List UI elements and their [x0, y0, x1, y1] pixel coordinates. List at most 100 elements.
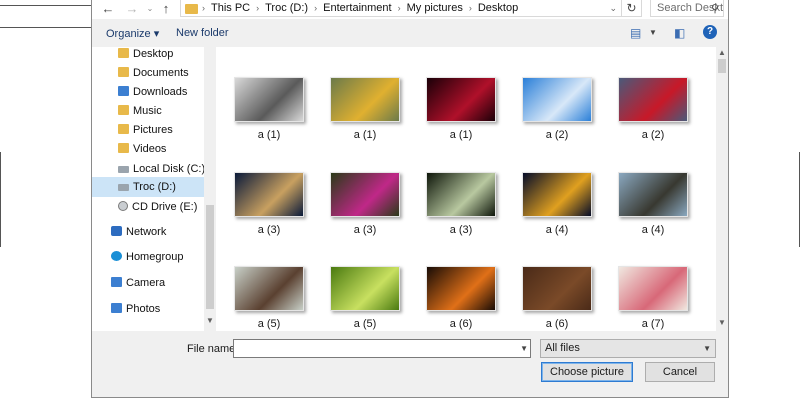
refresh-icon[interactable]: ↻ — [622, 0, 642, 17]
sidebar-item-label: Pictures — [133, 124, 173, 136]
file-tile[interactable]: a (6) — [512, 266, 602, 331]
preview-pane-icon[interactable]: ◧ — [674, 26, 685, 40]
view-options-icon[interactable]: ▤ — [630, 26, 641, 40]
sidebar-item-videos[interactable]: Videos — [118, 139, 166, 159]
chevron-down-icon: ▼ — [703, 344, 711, 353]
sidebar-item-local-disk[interactable]: Local Disk (C:) — [118, 159, 204, 179]
file-tile[interactable]: a (2) — [512, 77, 602, 167]
breadcrumb-item[interactable]: Entertainment — [323, 2, 391, 14]
image-thumbnail — [330, 266, 400, 311]
sidebar-item-label: Homegroup — [126, 251, 184, 263]
image-thumbnail — [618, 172, 688, 217]
file-tile[interactable]: a (1) — [224, 77, 314, 167]
chevron-down-icon[interactable]: ▼ — [649, 28, 657, 37]
scrollbar-thumb[interactable] — [718, 59, 726, 73]
address-bar: ← → ⌄ ↑ › This PC › Troc (D:) › Entertai… — [92, 0, 728, 19]
toolbar: Organize ▾ New folder ▤ ▼ ◧ ? — [92, 21, 728, 47]
new-folder-button[interactable]: New folder — [176, 27, 229, 39]
breadcrumb-item[interactable]: This PC — [211, 2, 250, 14]
sidebar-item-homegroup[interactable]: Homegroup — [111, 247, 183, 267]
breadcrumb[interactable]: › This PC › Troc (D:) › Entertainment › … — [180, 0, 622, 17]
image-thumbnail — [522, 266, 592, 311]
breadcrumb-item[interactable]: Desktop — [478, 2, 518, 14]
chevron-down-icon[interactable]: ⌄ — [609, 3, 617, 14]
drive-icon — [118, 184, 129, 191]
videos-icon — [118, 143, 129, 153]
chevron-down-icon[interactable]: ⌄ — [142, 1, 158, 17]
file-tile[interactable]: a (4) — [512, 172, 602, 262]
navigation-pane: Desktop Documents Downloads Music Pictur… — [92, 47, 204, 331]
sidebar-item-music[interactable]: Music — [118, 101, 162, 121]
file-tile[interactable]: a (1) — [416, 77, 506, 167]
file-name-label: a (2) — [641, 129, 665, 141]
sidebar-item-documents[interactable]: Documents — [118, 63, 189, 83]
file-tile[interactable]: a (1) — [320, 77, 410, 167]
sidebar-item-label: Desktop — [133, 48, 174, 60]
sidebar-item-label: Camera — [126, 277, 166, 289]
file-tile[interactable]: a (7) — [608, 266, 698, 331]
sidebar-item-cd-drive[interactable]: CD Drive (E:) — [118, 197, 197, 217]
image-thumbnail — [330, 172, 400, 217]
sidebar-item-label: Documents — [133, 67, 189, 79]
cancel-button[interactable]: Cancel — [645, 362, 715, 382]
help-icon[interactable]: ? — [703, 25, 717, 39]
sidebar-item-label: Videos — [133, 143, 167, 155]
file-tile[interactable]: a (3) — [416, 172, 506, 262]
sidebar-item-label: Photos — [126, 303, 161, 315]
folder-icon — [118, 48, 129, 58]
sidebar-item-label: Music — [133, 105, 162, 117]
chevron-right-icon: › — [256, 3, 260, 13]
sidebar-item-label: Local Disk (C:) — [133, 163, 204, 175]
music-icon — [118, 105, 129, 115]
file-name-label: a (7) — [641, 318, 665, 330]
sidebar-item-troc[interactable]: Troc (D:) — [92, 177, 204, 197]
image-thumbnail — [618, 77, 688, 122]
sidebar-item-downloads[interactable]: Downloads — [118, 82, 187, 102]
scroll-down-icon[interactable]: ▼ — [204, 315, 216, 327]
file-type-select[interactable]: All files ▼ — [540, 339, 716, 358]
file-tile[interactable]: a (6) — [416, 266, 506, 331]
file-name-label: a (3) — [257, 224, 281, 236]
sidebar-item-label: Network — [126, 226, 167, 238]
up-arrow-icon[interactable]: ↑ — [158, 1, 174, 17]
search-icon: ⚲ — [710, 3, 719, 15]
dialog-footer: File name: ▼ All files ▼ Choose picture … — [92, 331, 728, 397]
sidebar-item-camera[interactable]: Camera — [111, 273, 165, 293]
sidebar-item-pictures[interactable]: Pictures — [118, 120, 173, 140]
scroll-down-icon[interactable]: ▼ — [716, 317, 728, 329]
sidebar-item-photos[interactable]: Photos — [111, 299, 160, 319]
navigation-scrollbar[interactable]: ▼ — [204, 47, 216, 331]
back-arrow-icon[interactable]: ← — [100, 1, 116, 17]
forward-arrow-icon[interactable]: → — [124, 1, 140, 17]
background-line — [0, 5, 91, 6]
documents-icon — [118, 67, 129, 77]
file-tile[interactable]: a (4) — [608, 172, 698, 262]
choose-picture-button[interactable]: Choose picture — [541, 362, 633, 382]
background-edge — [0, 152, 1, 247]
chevron-right-icon: › — [202, 3, 205, 13]
breadcrumb-item[interactable]: Troc (D:) — [265, 2, 308, 14]
sidebar-item-label: CD Drive (E:) — [132, 201, 198, 213]
file-name-field[interactable]: ▼ — [233, 339, 531, 358]
file-tile[interactable]: a (2) — [608, 77, 698, 167]
file-scrollbar[interactable]: ▲ ▼ — [716, 47, 728, 331]
background-line — [0, 27, 91, 28]
scrollbar-thumb[interactable] — [206, 205, 214, 309]
search-input[interactable]: Search Desktop ⚲ — [650, 0, 724, 17]
file-name-label: a (4) — [641, 224, 665, 236]
sidebar-item-network[interactable]: Network — [111, 222, 166, 242]
file-tile[interactable]: a (3) — [224, 172, 314, 262]
file-tile[interactable]: a (5) — [320, 266, 410, 331]
image-thumbnail — [522, 77, 592, 122]
chevron-down-icon[interactable]: ▼ — [520, 341, 528, 356]
sidebar-item-desktop[interactable]: Desktop — [118, 47, 173, 64]
scroll-up-icon[interactable]: ▲ — [716, 47, 728, 59]
file-tile[interactable]: a (3) — [320, 172, 410, 262]
breadcrumb-item[interactable]: My pictures — [407, 2, 463, 14]
file-tile[interactable]: a (5) — [224, 266, 314, 331]
image-thumbnail — [234, 172, 304, 217]
file-name-label: a (1) — [449, 129, 473, 141]
organize-menu[interactable]: Organize ▾ — [106, 27, 159, 40]
file-name-label: a (6) — [545, 318, 569, 330]
file-name-label: a (4) — [545, 224, 569, 236]
